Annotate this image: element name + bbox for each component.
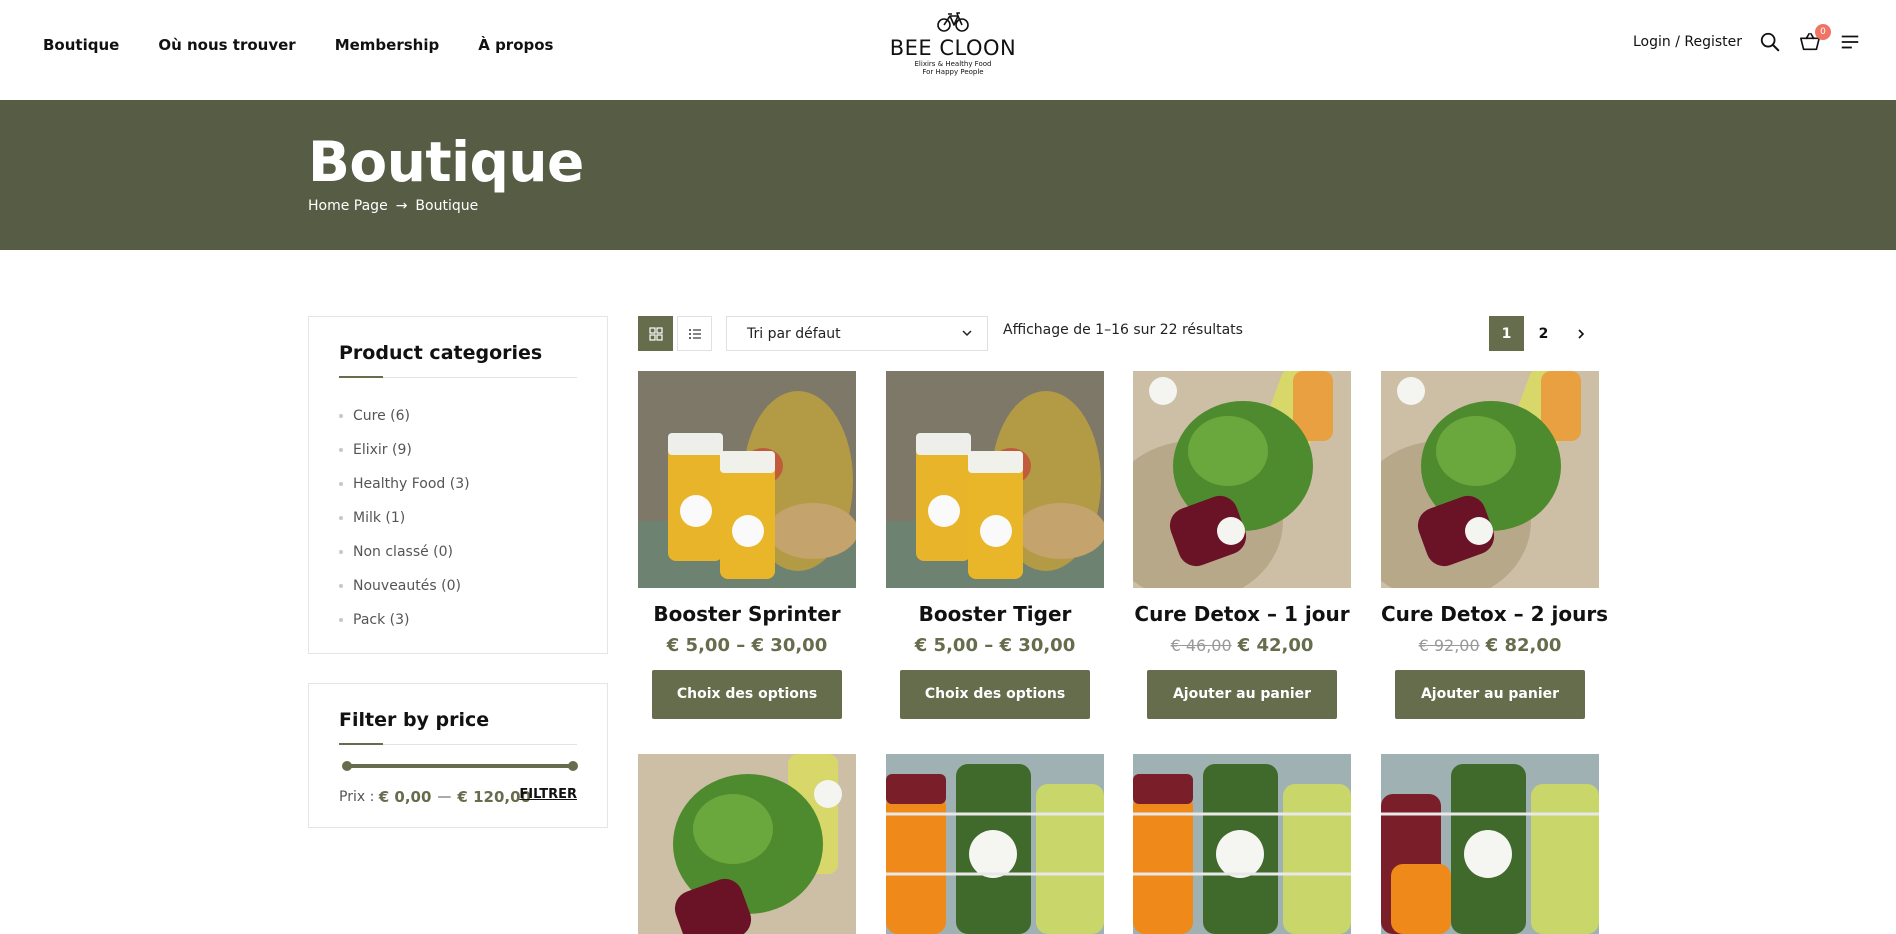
main-nav: Boutique Où nous trouver Membership À pr… — [43, 36, 553, 54]
product-name[interactable]: Booster Sprinter — [638, 602, 856, 626]
category-item[interactable]: Non classé (0) — [339, 535, 470, 569]
category-item[interactable]: Cure (6) — [339, 399, 470, 433]
category-item[interactable]: Healthy Food (3) — [339, 467, 470, 501]
sort-value: Tri par défaut — [747, 325, 841, 342]
categories-widget: Product categories Cure (6) Elixir (9) H… — [308, 316, 608, 654]
product-price: € 92,00 € 82,00 — [1418, 635, 1562, 656]
product-image[interactable] — [1133, 754, 1351, 934]
category-list: Cure (6) Elixir (9) Healthy Food (3) Mil… — [339, 399, 470, 637]
product-price: € 46,00 € 42,00 — [1170, 635, 1314, 656]
product-image[interactable] — [886, 371, 1104, 588]
product-card: Booster Tiger € 5,00 – € 30,00 Choix des… — [886, 371, 1104, 719]
product-image[interactable] — [1381, 754, 1599, 934]
site-header: Boutique Où nous trouver Membership À pr… — [0, 0, 1896, 100]
site-logo[interactable]: BEE CLOON Elixirs & Healthy Food For Hap… — [880, 10, 1026, 82]
breadcrumb: Home Page → Boutique — [308, 198, 478, 214]
price-separator: — — [437, 789, 452, 805]
widget-divider — [339, 743, 577, 745]
grid-icon — [648, 326, 663, 341]
product-price: € 5,00 – € 30,00 — [914, 635, 1076, 656]
chevron-right-icon — [1577, 328, 1584, 339]
product-card: Cure Detox – 1 jour € 46,00 € 42,00 Ajout… — [1133, 371, 1351, 719]
page-hero: Boutique Home Page → Boutique — [0, 100, 1896, 250]
product-card — [638, 754, 856, 934]
price-range-readout: Prix : € 0,00 — € 120,00 — [339, 788, 531, 806]
breadcrumb-home[interactable]: Home Page — [308, 198, 388, 214]
product-card: Cure Detox – 2 jours € 92,00 € 82,00 Ajou… — [1381, 371, 1608, 719]
product-card — [1381, 754, 1599, 934]
categories-title: Product categories — [339, 342, 543, 364]
product-image[interactable] — [886, 754, 1104, 934]
category-item[interactable]: Pack (3) — [339, 603, 470, 637]
category-item[interactable]: Elixir (9) — [339, 433, 470, 467]
page-title: Boutique — [308, 130, 584, 194]
nav-boutique[interactable]: Boutique — [43, 36, 119, 54]
menu-icon[interactable] — [1838, 30, 1862, 54]
product-image[interactable] — [638, 754, 856, 934]
page-2-button[interactable]: 2 — [1526, 316, 1561, 351]
product-old-price: € 92,00 — [1418, 636, 1480, 655]
nav-ou-nous-trouver[interactable]: Où nous trouver — [158, 36, 295, 54]
bicycle-icon — [937, 12, 969, 32]
product-card — [886, 754, 1104, 934]
pagination: 1 2 — [1489, 316, 1598, 351]
price-label: Prix : — [339, 789, 375, 805]
search-icon[interactable] — [1758, 30, 1782, 54]
category-item[interactable]: Milk (1) — [339, 501, 470, 535]
chevron-down-icon — [962, 330, 972, 337]
page-1-button[interactable]: 1 — [1489, 316, 1524, 351]
next-page-button[interactable] — [1563, 316, 1598, 351]
choose-options-button[interactable]: Choix des options — [652, 670, 842, 719]
price-slider-min-handle[interactable] — [342, 761, 352, 771]
price-slider-max-handle[interactable] — [568, 761, 578, 771]
product-image[interactable] — [638, 371, 856, 588]
product-name[interactable]: Cure Detox – 1 jour — [1133, 602, 1351, 626]
list-view-button[interactable] — [677, 316, 712, 351]
breadcrumb-current: Boutique — [415, 198, 479, 214]
grid-view-button[interactable] — [638, 316, 673, 351]
price-slider[interactable] — [342, 761, 578, 771]
nav-a-propos[interactable]: À propos — [478, 36, 553, 54]
add-to-cart-button[interactable]: Ajouter au panier — [1395, 670, 1585, 719]
product-name[interactable]: Booster Tiger — [886, 602, 1104, 626]
cart-count-badge: 0 — [1815, 24, 1831, 40]
price-filter-widget: Filter by price Prix : € 0,00 — € 120,00… — [308, 683, 608, 828]
login-register-link[interactable]: Login / Register — [1633, 34, 1742, 50]
logo-tagline-1: Elixirs & Healthy Food — [914, 60, 992, 68]
product-card: Booster Sprinter € 5,00 – € 30,00 Choix … — [638, 371, 856, 719]
price-filter-title: Filter by price — [339, 709, 490, 731]
product-price: € 5,00 – € 30,00 — [666, 635, 828, 656]
logo-name: BEE CLOON — [889, 36, 1017, 60]
sort-select[interactable]: Tri par défaut — [726, 316, 988, 351]
product-card — [1133, 754, 1351, 934]
category-item[interactable]: Nouveautés (0) — [339, 569, 470, 603]
nav-membership[interactable]: Membership — [335, 36, 440, 54]
filter-button[interactable]: FILTRER — [519, 787, 577, 802]
price-min: € 0,00 — [378, 788, 432, 806]
product-old-price: € 46,00 — [1170, 636, 1232, 655]
widget-divider — [339, 376, 577, 378]
product-image[interactable] — [1133, 371, 1351, 588]
header-actions: Login / Register 0 — [1633, 24, 1862, 54]
logo-tagline-2: For Happy People — [922, 68, 984, 76]
result-count: Affichage de 1–16 sur 22 résultats — [1003, 322, 1243, 338]
product-image[interactable] — [1381, 371, 1599, 588]
choose-options-button[interactable]: Choix des options — [900, 670, 1090, 719]
cart-icon[interactable]: 0 — [1798, 24, 1831, 54]
add-to-cart-button[interactable]: Ajouter au panier — [1147, 670, 1337, 719]
list-icon — [688, 328, 701, 339]
product-name[interactable]: Cure Detox – 2 jours — [1381, 602, 1608, 626]
breadcrumb-arrow-icon: → — [395, 198, 408, 214]
